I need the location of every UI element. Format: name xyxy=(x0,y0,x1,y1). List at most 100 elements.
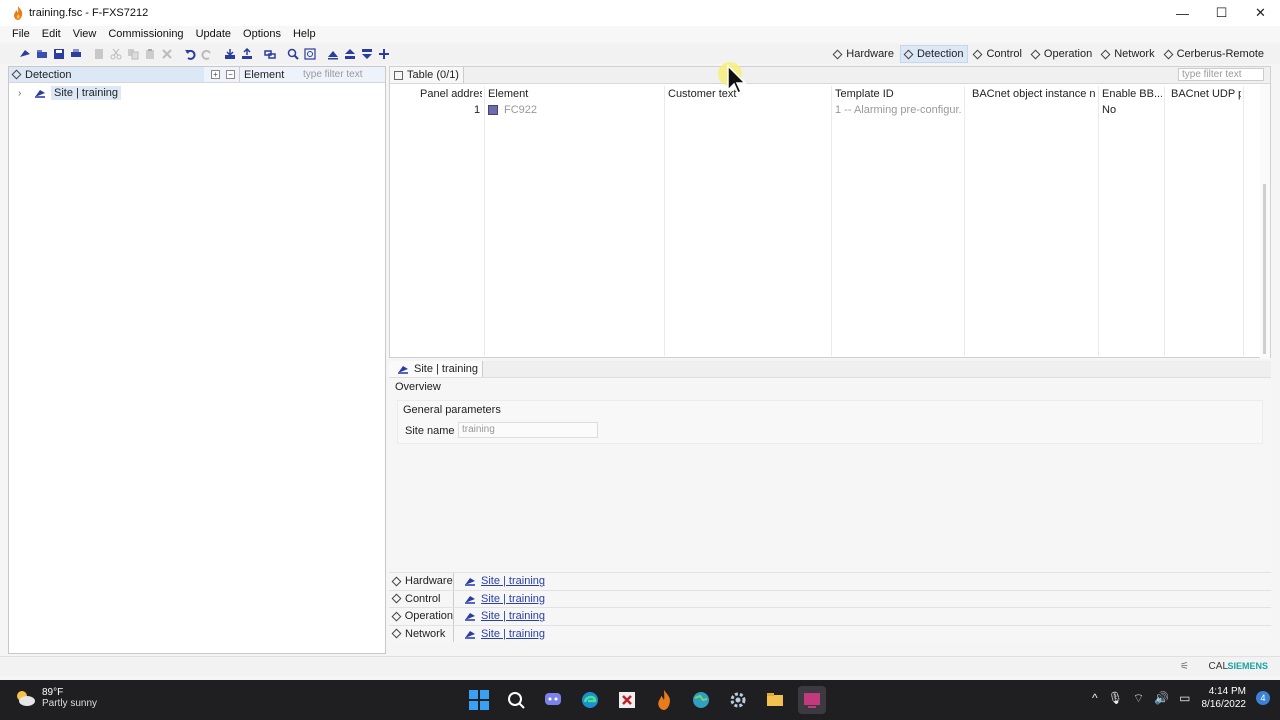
taskbar-globe-app[interactable] xyxy=(687,686,715,714)
group-title: General parameters xyxy=(403,404,501,416)
export-icon[interactable] xyxy=(241,48,253,60)
column-header-element[interactable]: Element xyxy=(488,86,658,102)
search-icon xyxy=(507,692,525,709)
tree-item-site[interactable]: › Site | training xyxy=(9,84,385,102)
column-header-bacnet-instance[interactable]: BACnet object instance nu... xyxy=(972,86,1096,102)
find-replace-icon[interactable] xyxy=(303,48,316,60)
taskbar-edge[interactable] xyxy=(576,686,604,714)
add-element-icon[interactable] xyxy=(378,48,390,60)
move-down-icon[interactable] xyxy=(361,48,373,60)
taskbar-flame-app[interactable] xyxy=(650,686,678,714)
cell-enable-bb[interactable]: No xyxy=(1102,104,1116,116)
menu-help[interactable]: Help xyxy=(287,28,322,40)
column-header-bacnet-udp[interactable]: BACnet UDP p... xyxy=(1171,86,1241,102)
chat-icon xyxy=(544,693,561,705)
table-tabstrip: Table (0/1) type filter text xyxy=(390,67,1270,84)
copy-icon xyxy=(127,49,138,60)
taskbar-teams[interactable] xyxy=(797,686,826,714)
save-icon[interactable] xyxy=(53,48,65,60)
overview-label: Overview xyxy=(395,381,441,393)
tab-site-training[interactable]: Site | training xyxy=(389,361,484,377)
globe-icon xyxy=(692,692,709,708)
site-icon xyxy=(398,366,408,374)
view-row-link-label: Site | training xyxy=(481,610,546,623)
taskbar-app-red[interactable] xyxy=(613,686,641,714)
minimize-button[interactable]: — xyxy=(1163,0,1202,26)
menu-edit[interactable]: Edit xyxy=(36,28,67,40)
open-icon[interactable] xyxy=(36,48,48,60)
chevron-up-icon[interactable]: ^ xyxy=(1092,691,1098,705)
cell-panel-address[interactable]: 1 xyxy=(474,104,480,116)
weather-widget[interactable]: 89°F Partly sunny xyxy=(14,687,97,709)
tree-column-element[interactable]: Element xyxy=(239,67,284,82)
clock[interactable]: 4:14 PM 8/16/2022 xyxy=(1202,685,1247,711)
site-icon xyxy=(465,613,475,622)
menu-commissioning[interactable]: Commissioning xyxy=(102,28,189,40)
menu-bar: File Edit View Commissioning Update Opti… xyxy=(0,26,1280,42)
print-icon[interactable] xyxy=(70,48,82,60)
close-button[interactable]: ✕ xyxy=(1241,0,1280,26)
view-tab-cerberus-remote[interactable]: Cerberus-Remote xyxy=(1161,45,1268,63)
table-scrollbar[interactable] xyxy=(1260,84,1270,359)
site-name-field[interactable]: training xyxy=(458,422,598,438)
taskbar-search[interactable] xyxy=(502,686,530,714)
flame-icon xyxy=(14,6,23,20)
import-icon[interactable] xyxy=(224,48,236,60)
view-tab-detection[interactable]: Detection xyxy=(899,45,969,63)
view-row-link[interactable]: Site | training xyxy=(453,608,545,625)
paste-icon xyxy=(145,49,154,59)
view-row-name: Control xyxy=(389,593,453,605)
volume-icon[interactable]: 🔊 xyxy=(1154,691,1169,705)
start-button[interactable] xyxy=(465,686,493,714)
view-row-link[interactable]: Site | training xyxy=(453,590,545,607)
menu-options[interactable]: Options xyxy=(237,28,287,40)
undo-icon[interactable] xyxy=(184,48,196,60)
view-tab-network[interactable]: Network xyxy=(1098,45,1158,63)
folder-icon xyxy=(766,693,783,706)
expand-all-icon[interactable] xyxy=(327,48,339,60)
partly-sunny-icon xyxy=(17,691,35,706)
diamond-icon xyxy=(11,69,22,80)
maximize-button[interactable]: ☐ xyxy=(1202,0,1241,26)
taskbar-settings[interactable] xyxy=(724,686,752,714)
column-header-template-id[interactable]: Template ID xyxy=(835,86,960,102)
title-bar: training.fsc - F-FXS7212 — ☐ ✕ xyxy=(0,0,1280,26)
mouse-cursor-icon xyxy=(718,62,747,95)
view-row-link[interactable]: Site | training xyxy=(453,625,546,642)
move-up-icon[interactable] xyxy=(344,48,356,60)
view-row-link-label: Site | training xyxy=(481,575,546,588)
wifi-icon[interactable]: ⌔ xyxy=(1133,691,1144,706)
toolbar-icons xyxy=(0,48,392,60)
menu-update[interactable]: Update xyxy=(190,28,237,40)
taskbar-explorer[interactable] xyxy=(761,686,789,714)
view-links: Hardware Site | training Control Site | … xyxy=(389,572,1271,642)
view-row-link-label: Site | training xyxy=(481,627,546,640)
new-icon[interactable] xyxy=(19,48,31,60)
view-tab-control[interactable]: Control xyxy=(970,45,1025,63)
view-tab-hardware[interactable]: Hardware xyxy=(830,45,898,63)
column-header-enable-bb[interactable]: Enable BB... xyxy=(1102,86,1162,102)
battery-icon[interactable]: ▭ xyxy=(1179,691,1190,705)
microphone-icon[interactable]: 🎙 xyxy=(1108,691,1123,705)
tree-filter-input[interactable]: type filter text xyxy=(303,69,362,80)
column-header-panel-address[interactable]: Panel address xyxy=(420,86,482,102)
cell-element[interactable]: FC922 xyxy=(488,104,537,116)
menu-view[interactable]: View xyxy=(67,28,103,40)
search-icon[interactable] xyxy=(287,48,299,60)
expand-tree-icon[interactable]: + xyxy=(211,70,220,79)
view-tab-operation[interactable]: Operation xyxy=(1028,45,1096,63)
tab-table[interactable]: Table (0/1) xyxy=(390,67,464,83)
notification-badge[interactable]: 4 xyxy=(1256,691,1270,705)
link-icon[interactable] xyxy=(263,48,276,60)
taskbar-chat[interactable] xyxy=(539,686,567,714)
cell-template-id[interactable]: 1 -- Alarming pre-configur... xyxy=(835,104,961,116)
detail-tabstrip: Site | training xyxy=(389,361,1271,378)
chevron-right-icon[interactable]: › xyxy=(18,88,28,99)
menu-file[interactable]: File xyxy=(0,28,36,40)
collapse-tree-icon[interactable]: − xyxy=(226,70,235,79)
general-parameters-group: General parameters Site name training xyxy=(397,400,1263,444)
view-tab-label: Operation xyxy=(1043,48,1093,60)
view-row-link[interactable]: Site | training xyxy=(453,573,545,590)
table-filter-input[interactable]: type filter text xyxy=(1178,68,1264,81)
diamond-icon xyxy=(973,49,983,59)
